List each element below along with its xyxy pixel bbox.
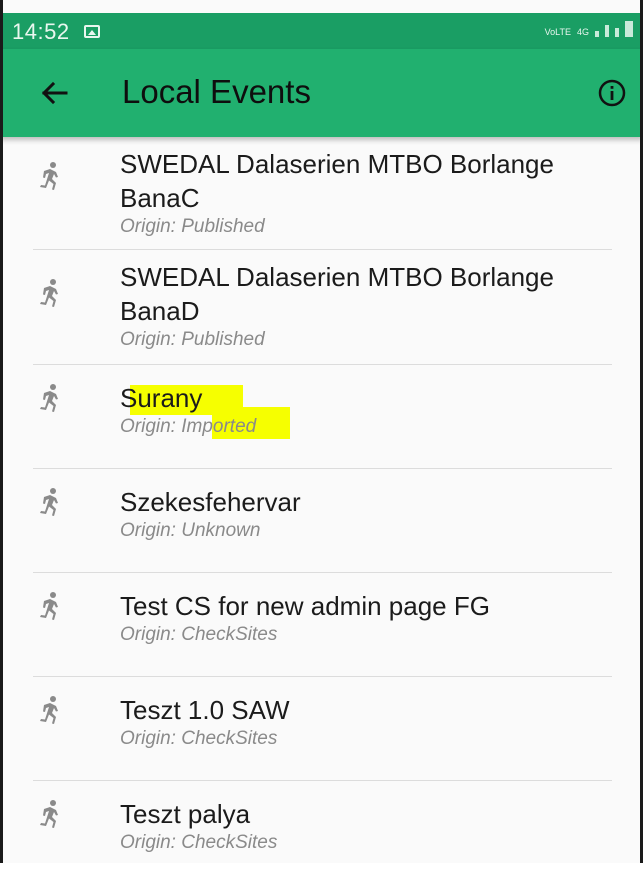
- event-name: SWEDAL Dalaserien MTBO Borlange BanaD: [120, 262, 554, 326]
- runner-icon: [40, 800, 58, 828]
- list-item[interactable]: SWEDAL Dalaserien MTBO Borlange BanaC Or…: [33, 137, 612, 250]
- event-name: SWEDAL Dalaserien MTBO Borlange BanaC: [120, 149, 554, 213]
- back-button[interactable]: [34, 73, 74, 113]
- event-origin: Origin: Unknown: [120, 520, 261, 541]
- status-bar: 14:52 VoLTE 4G: [0, 13, 643, 49]
- page-title: Local Events: [122, 73, 311, 110]
- runner-icon: [40, 162, 58, 190]
- frame-border-left: [0, 0, 3, 863]
- list-item[interactable]: Szekesfehervar Origin: Unknown: [33, 469, 612, 573]
- event-origin: Origin: CheckSites: [120, 728, 278, 749]
- event-origin: Origin: Published: [120, 216, 265, 237]
- event-name: Szekesfehervar: [120, 487, 301, 517]
- list-item[interactable]: Teszt palya Origin: CheckSites: [33, 781, 612, 871]
- runner-icon: [40, 488, 58, 516]
- volte-indicator: VoLTE: [544, 27, 571, 37]
- info-icon: [598, 79, 626, 107]
- info-button[interactable]: [596, 77, 628, 109]
- runner-icon: [40, 696, 58, 724]
- status-indicators: VoLTE 4G: [545, 21, 633, 37]
- runner-icon: [40, 279, 58, 307]
- runner-icon: [40, 384, 58, 412]
- signal-icon: [615, 28, 619, 37]
- event-name: Teszt palya: [120, 799, 251, 829]
- highlight-mark: Surany: [120, 383, 243, 415]
- event-name: Teszt 1.0 SAW: [120, 695, 290, 725]
- image-notification-icon: [84, 25, 100, 38]
- event-origin: Origin: Published: [120, 329, 265, 350]
- status-time: 14:52: [12, 19, 70, 44]
- event-name: Surany: [120, 381, 640, 415]
- signal-icon: [605, 25, 609, 37]
- runner-icon: [40, 592, 58, 620]
- app-bar: Local Events: [0, 49, 643, 137]
- event-origin: Origin: CheckSites: [120, 624, 278, 645]
- event-list: SWEDAL Dalaserien MTBO Borlange BanaC Or…: [3, 137, 640, 871]
- network-type: 4G: [576, 27, 589, 37]
- event-origin: Origin: CheckSites: [120, 832, 278, 853]
- arrow-left-icon: [41, 81, 68, 105]
- list-item[interactable]: Surany Origin: Imported: [33, 365, 612, 469]
- list-item[interactable]: Teszt 1.0 SAW Origin: CheckSites: [33, 677, 612, 781]
- list-item[interactable]: SWEDAL Dalaserien MTBO Borlange BanaD Or…: [33, 250, 612, 365]
- event-origin: Origin: Imported: [120, 407, 640, 439]
- list-item[interactable]: Test CS for new admin page FG Origin: Ch…: [33, 573, 612, 677]
- signal-icon: [595, 31, 599, 37]
- event-name: Test CS for new admin page FG: [120, 591, 490, 621]
- battery-icon: [625, 21, 633, 37]
